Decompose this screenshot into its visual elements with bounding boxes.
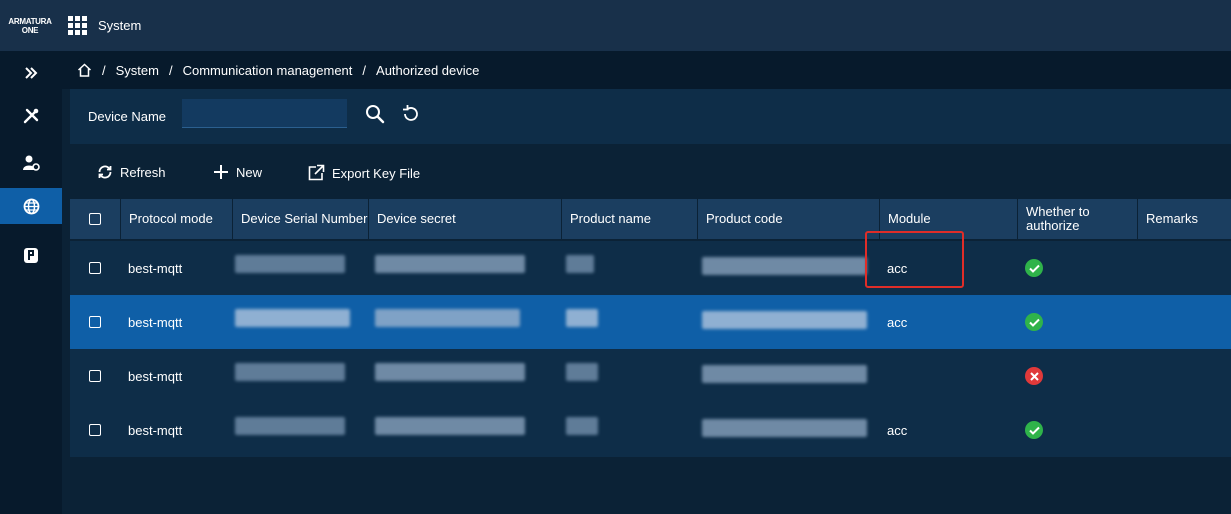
authorize-cell (1017, 241, 1137, 295)
table-row[interactable]: best-mqtt acc (70, 403, 1231, 457)
column-header-authorize[interactable]: Whether to authorize (1017, 199, 1137, 239)
cross-icon (1025, 367, 1043, 385)
authorize-cell (1017, 349, 1137, 403)
redacted-product-code (702, 311, 867, 329)
export-key-file-button[interactable]: Export Key File (307, 164, 420, 182)
module-title: System (98, 18, 142, 33)
home-icon[interactable] (77, 63, 92, 77)
protocol-cell: best-mqtt (128, 422, 183, 438)
check-icon (1025, 313, 1043, 331)
breadcrumb-item-system[interactable]: System (116, 63, 159, 78)
redacted-product-code (702, 365, 867, 383)
redacted-serial (235, 363, 345, 381)
armatura-logo[interactable]: ARMATURA ONE (0, 0, 60, 51)
check-icon (1025, 259, 1043, 277)
globe-icon (23, 198, 39, 214)
redacted-serial (235, 417, 345, 435)
redacted-product-name (566, 363, 598, 381)
sidebar-item-users[interactable] (0, 145, 62, 181)
user-settings-icon (23, 155, 40, 171)
new-button[interactable]: New (213, 164, 262, 180)
authorize-cell (1017, 295, 1137, 349)
row-checkbox[interactable] (70, 349, 120, 403)
column-header-secret[interactable]: Device secret (368, 199, 561, 239)
redacted-serial (235, 255, 345, 273)
table-header: Protocol mode Device Serial Number Devic… (70, 199, 1231, 239)
table-toolbar: Refresh New Export Key File (70, 156, 1231, 192)
column-header-protocol[interactable]: Protocol mode (120, 199, 232, 239)
redacted-secret (375, 417, 525, 435)
redacted-secret (375, 255, 525, 273)
breadcrumb-separator: / (168, 62, 173, 78)
breadcrumb-separator: / (102, 62, 106, 78)
redacted-product-name (566, 255, 594, 273)
plus-icon (214, 165, 228, 179)
expand-icon (25, 67, 38, 79)
column-header-module[interactable]: Module (879, 199, 1017, 239)
redacted-serial (235, 309, 350, 327)
protocol-cell: best-mqtt (128, 314, 183, 330)
redacted-product-name (566, 417, 598, 435)
module-cell: acc (887, 260, 908, 276)
check-icon (1025, 421, 1043, 439)
redacted-product-name (566, 309, 598, 327)
row-checkbox[interactable] (70, 295, 120, 349)
column-header-product-code[interactable]: Product code (697, 199, 879, 239)
breadcrumb-separator: / (362, 62, 367, 78)
search-button[interactable] (362, 101, 388, 127)
module-cell: acc (887, 314, 908, 330)
device-name-input[interactable] (182, 99, 347, 128)
sidebar-expand-button[interactable] (0, 55, 62, 91)
module-cell (879, 349, 1017, 403)
main-content: / System / Communication management / Au… (62, 51, 1231, 514)
breadcrumb-item-communication[interactable]: Communication management (183, 63, 353, 78)
redacted-secret (375, 309, 520, 327)
breadcrumb-item-current: Authorized device (376, 62, 480, 78)
row-checkbox[interactable] (70, 241, 120, 295)
authorize-cell (1017, 403, 1137, 457)
refresh-button[interactable]: Refresh (97, 164, 166, 180)
table-row-selected[interactable]: best-mqtt acc (70, 295, 1231, 349)
sidebar-item-devices[interactable] (0, 237, 62, 273)
protocol-cell: best-mqtt (128, 260, 183, 276)
protocol-cell: best-mqtt (128, 368, 183, 384)
reset-icon (403, 105, 418, 121)
device-icon (24, 247, 38, 263)
sidebar (0, 51, 62, 514)
module-cell: acc (887, 422, 908, 438)
refresh-icon (98, 165, 112, 179)
column-header-remarks[interactable]: Remarks (1137, 199, 1231, 239)
redacted-secret (375, 363, 525, 381)
column-header-product-name[interactable]: Product name (561, 199, 697, 239)
sidebar-item-communication[interactable] (0, 188, 62, 224)
table-row[interactable]: best-mqtt (70, 349, 1231, 403)
sidebar-item-tools[interactable] (0, 98, 62, 134)
filter-bar: Device Name (70, 89, 1231, 144)
redacted-product-code (702, 257, 867, 275)
column-header-serial[interactable]: Device Serial Number (232, 199, 368, 239)
select-all-checkbox[interactable] (70, 199, 120, 239)
app-grid-icon[interactable] (68, 16, 88, 36)
device-name-label: Device Name (88, 109, 167, 124)
top-bar: ARMATURA ONE System (0, 0, 1231, 51)
breadcrumb: / System / Communication management / Au… (62, 51, 1231, 89)
row-checkbox[interactable] (70, 403, 120, 457)
redacted-product-code (702, 419, 867, 437)
table-row[interactable]: best-mqtt acc (70, 241, 1231, 295)
tools-icon (23, 108, 39, 124)
export-icon (308, 164, 325, 181)
search-icon (366, 105, 385, 124)
reset-button[interactable] (398, 101, 424, 127)
